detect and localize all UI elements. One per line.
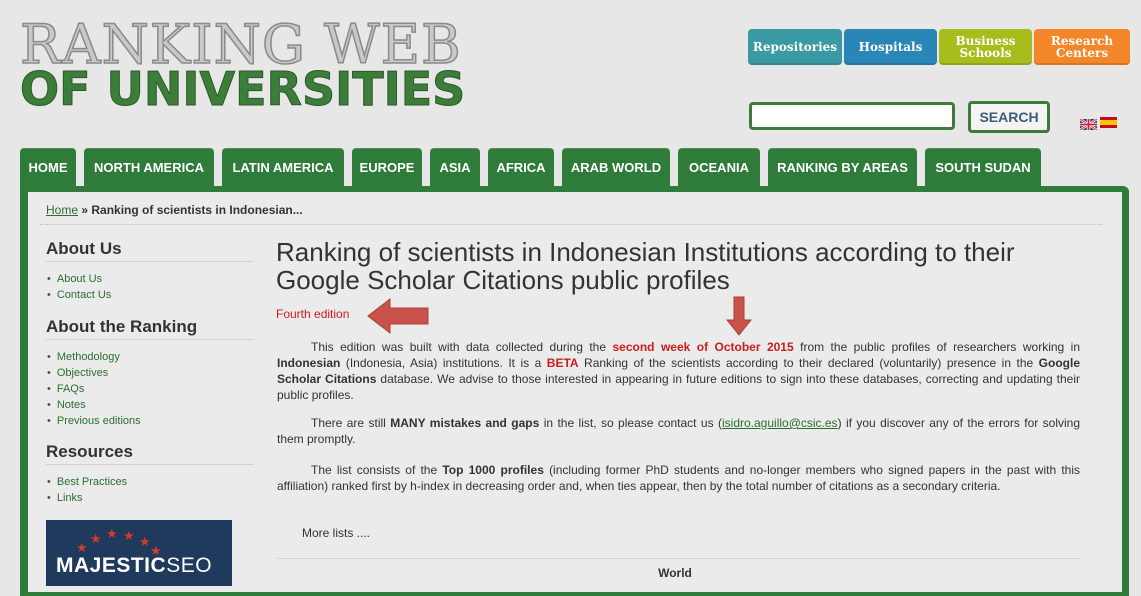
sidebar-item-methodology[interactable]: • Methodology [47,349,141,365]
intro-paragraph: This edition was built with data collect… [277,340,1080,402]
mistakes-paragraph: There are still MANY mistakes and gaps i… [277,416,1080,446]
top-profiles-paragraph: The list consists of the Top 1000 profil… [277,463,1080,493]
sidebar-divider [46,261,254,262]
sidebar-heading-about-us: About Us [46,239,122,258]
sidebar-item-about-us[interactable]: • About Us [47,271,111,287]
arrow-left-icon [367,297,429,335]
business-schools-label-2: Schools [959,46,1012,60]
nav-north-america[interactable]: NORTH AMERICA [84,148,214,186]
sidebar-item-objectives[interactable]: • Objectives [47,365,141,381]
sidebar-item-label: Links [56,492,83,504]
sidebar-heading-resources: Resources [46,442,133,461]
breadcrumb-home-link[interactable]: Home [46,203,78,217]
sidebar-about-ranking-list: • Methodology • Objectives • FAQs • Notes • P… [47,349,141,429]
nav-oceania[interactable]: OCEANIA [678,148,760,186]
search-button[interactable]: SEARCH [968,101,1050,133]
repositories-button[interactable]: Repositories [748,29,842,65]
nav-africa[interactable]: AFRICA [488,148,554,186]
sidebar-about-us-list: • About Us • Contact Us [47,271,111,303]
edition-label: Fourth edition [276,307,350,321]
research-centers-button[interactable]: Research Centers [1034,29,1130,65]
nav-home[interactable]: HOME [20,148,76,186]
contact-email-link[interactable]: isidro.aguillo@csic.es [722,416,838,430]
uk-flag-icon[interactable] [1079,117,1098,132]
nav-latin-america[interactable]: LATIN AMERICA [222,148,344,186]
sidebar-item-notes[interactable]: • Notes [47,397,141,413]
sidebar-item-previous-editions[interactable]: • Previous editions [47,413,141,429]
breadcrumb-separator: » [78,203,92,217]
sidebar-item-best-practices[interactable]: • Best Practices [47,474,127,490]
nav-asia[interactable]: ASIA [430,148,480,186]
world-divider [277,558,1080,559]
sidebar-item-label: Contact Us [56,289,112,301]
nav-south-sudan[interactable]: SOUTH SUDAN [925,148,1041,186]
sidebar-heading-about-ranking: About the Ranking [46,317,198,336]
sidebar-item-label: Previous editions [56,415,141,427]
hospitals-button[interactable]: Hospitals [844,29,937,65]
business-schools-button[interactable]: Business Schools [939,29,1032,65]
more-lists-link[interactable]: More lists .... [302,526,370,540]
spain-flag-icon[interactable] [1100,117,1117,128]
sidebar-item-label: Best Practices [56,476,128,488]
research-centers-label-2: Centers [1055,46,1109,60]
sidebar-item-label: Methodology [56,351,120,363]
sidebar-item-faqs[interactable]: • FAQs [47,381,141,397]
arrow-down-icon [726,296,752,336]
logo-line-of-universities: OF UNIVERSITIES [19,62,466,116]
nav-arab-world[interactable]: ARAB WORLD [562,148,670,186]
sidebar-divider [46,464,254,465]
world-section-heading: World [658,566,692,580]
page-title: Ranking of scientists in Indonesian Inst… [276,237,1015,295]
sidebar-item-contact-us[interactable]: • Contact Us [47,287,111,303]
breadcrumb-divider [40,224,1102,225]
sidebar-item-label: Objectives [56,367,109,379]
sidebar-item-label: FAQs [56,383,85,395]
majestic-seo-banner[interactable]: ★ ★ ★ ★ ★ ★ MAJESTICSEO [46,520,232,586]
sidebar-resources-list: • Best Practices • Links [47,474,127,506]
sidebar-item-label: About Us [56,273,103,285]
search-input[interactable] [749,102,955,130]
sidebar-divider [46,339,254,340]
sidebar-item-label: Notes [56,399,86,411]
breadcrumb-current: Ranking of scientists in Indonesian... [91,203,303,217]
majestic-seo-logo: MAJESTICSEO [56,554,212,578]
nav-europe[interactable]: EUROPE [352,148,422,186]
nav-ranking-by-areas[interactable]: RANKING BY AREAS [768,148,917,186]
sidebar-item-links[interactable]: • Links [47,490,127,506]
majestic-brand: MAJESTIC [56,554,167,577]
breadcrumb: Home » Ranking of scientists in Indonesi… [46,203,303,217]
majestic-suffix: SEO [166,554,213,577]
